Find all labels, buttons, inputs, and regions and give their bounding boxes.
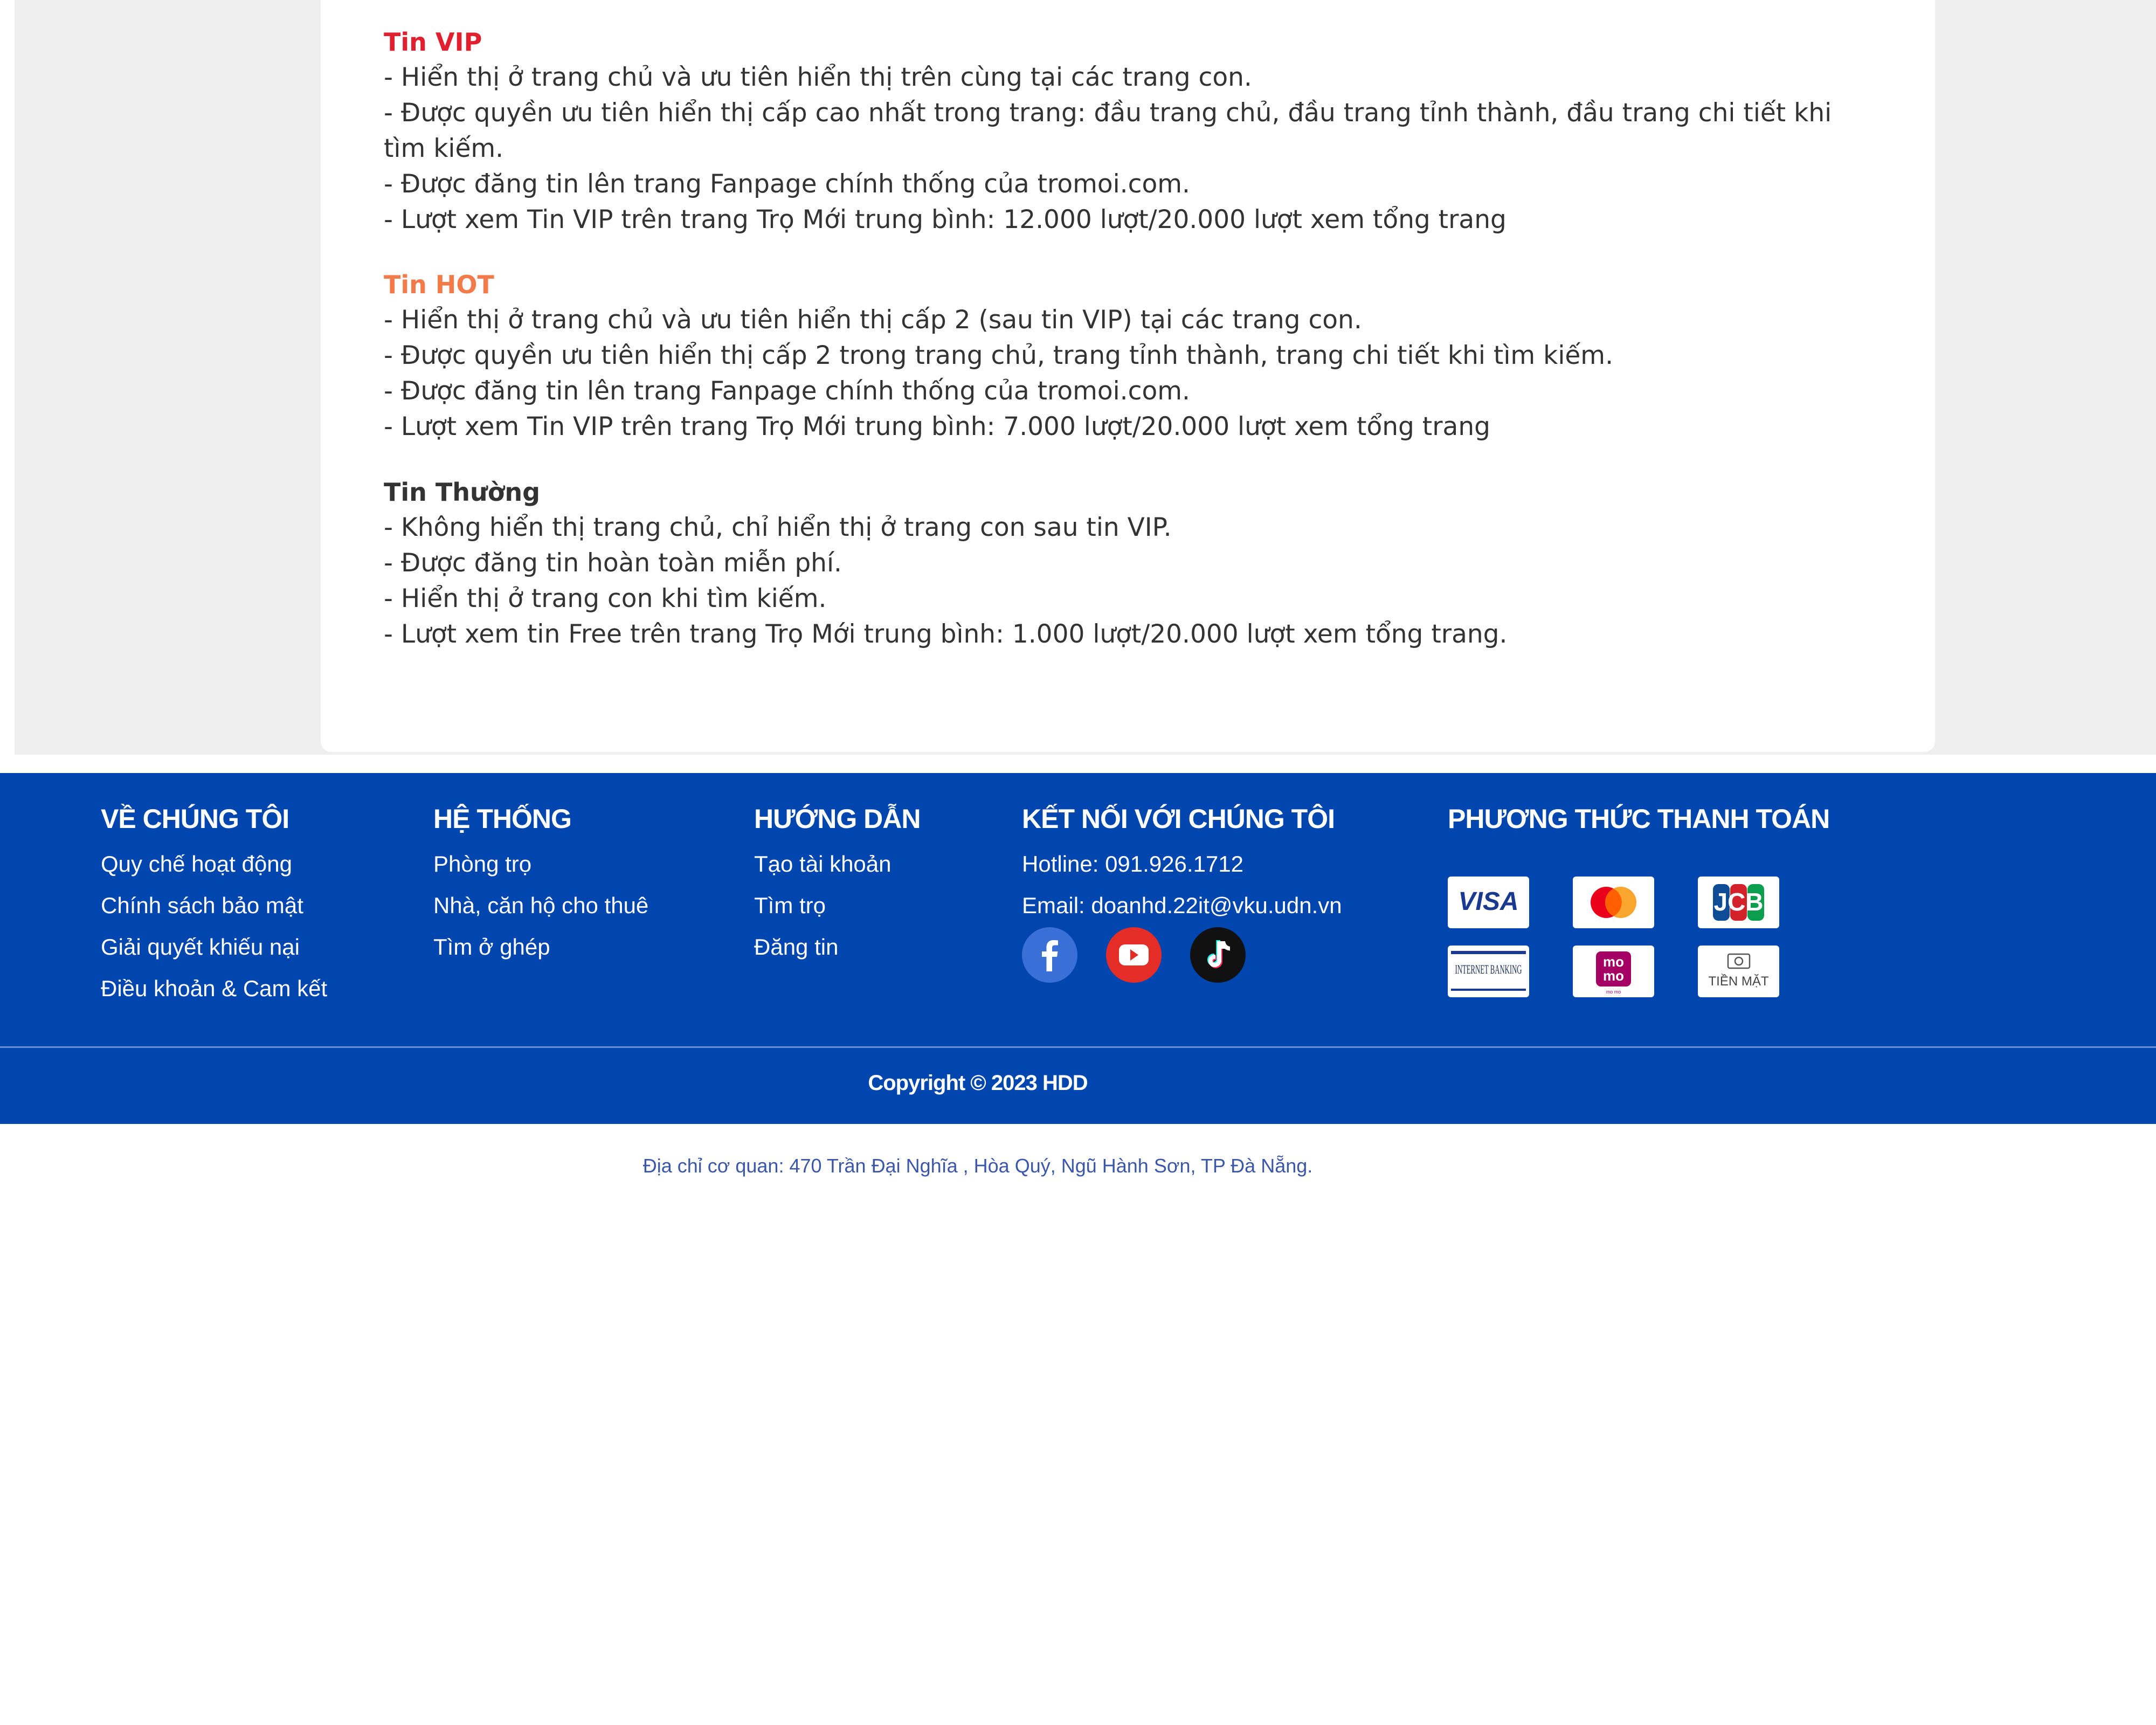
left-strip bbox=[0, 0, 15, 755]
facebook-icon[interactable] bbox=[1022, 927, 1077, 983]
footer-link-dieu-khoan[interactable]: Điều khoản & Cam kết bbox=[101, 968, 327, 1009]
internet-banking-icon: INTERNET BANKING bbox=[1448, 946, 1529, 997]
mastercard-icon bbox=[1573, 877, 1654, 928]
internet-banking-label: INTERNET BANKING bbox=[1455, 963, 1522, 976]
footer-heading: VỀ CHÚNG TÔI bbox=[101, 804, 289, 834]
section-tin-hot: Tin HOT - Hiển thị ở trang chủ và ưu tiê… bbox=[384, 267, 1877, 445]
section-line: - Lượt xem Tin VIP trên trang Trọ Mới tr… bbox=[384, 412, 1490, 441]
section-tin-vip: Tin VIP - Hiển thị ở trang chủ và ưu tiê… bbox=[384, 24, 1877, 238]
footer-link-tao-tai-khoan[interactable]: Tạo tài khoản bbox=[754, 843, 920, 885]
cash-label: TIỀN MẶT bbox=[1709, 974, 1769, 989]
section-line: - Hiển thị ở trang con khi tìm kiếm. bbox=[384, 584, 827, 613]
footer-divider bbox=[0, 1046, 2156, 1048]
section-line: - Được đăng tin lên trang Fanpage chính … bbox=[384, 376, 1190, 406]
cash-icon: TIỀN MẶT bbox=[1698, 946, 1779, 997]
email-text[interactable]: Email: doanhd.22it@vku.udn.vn bbox=[1022, 885, 1399, 926]
momo-icon: mo mo mo mo bbox=[1573, 946, 1654, 997]
footer-heading: PHƯƠNG THỨC THANH TOÁN bbox=[1448, 804, 1830, 834]
footer-heading: KẾT NỐI VỚI CHÚNG TÔI bbox=[1022, 804, 1335, 834]
section-line: - Hiển thị ở trang chủ và ưu tiên hiển t… bbox=[384, 63, 1252, 92]
footer-link-khieu-nai[interactable]: Giải quyết khiếu nại bbox=[101, 926, 327, 968]
hotline-text[interactable]: Hotline: 091.926.1712 bbox=[1022, 843, 1399, 885]
svg-text:mo: mo bbox=[1603, 968, 1624, 984]
jcb-icon: JCB bbox=[1698, 877, 1779, 928]
copyright-text: Copyright © 2023 HDD bbox=[868, 1071, 1088, 1095]
footer-contact: KẾT NỐI VỚI CHÚNG TÔI Hotline: 091.926.1… bbox=[1022, 799, 1399, 983]
footer-about: VỀ CHÚNG TÔI Quy chế hoạt động Chính sác… bbox=[101, 799, 327, 1009]
section-line: - Được đăng tin hoàn toàn miễn phí. bbox=[384, 548, 842, 578]
visa-icon: VISA bbox=[1448, 877, 1529, 928]
section-line: - Được quyền ưu tiên hiển thị cấp cao nh… bbox=[384, 98, 1832, 163]
footer-heading: HƯỚNG DẪN bbox=[754, 804, 921, 834]
footer-link-chinh-sach[interactable]: Chính sách bảo mật bbox=[101, 885, 327, 926]
footer-link-quy-che[interactable]: Quy chế hoạt động bbox=[101, 843, 327, 885]
section-title: Tin HOT bbox=[384, 270, 494, 299]
section-line: - Lượt xem Tin VIP trên trang Trọ Mới tr… bbox=[384, 205, 1507, 234]
section-tin-thuong: Tin Thường - Không hiển thị trang chủ, c… bbox=[384, 474, 1877, 652]
footer-system: HỆ THỐNG Phòng trọ Nhà, căn hộ cho thuê … bbox=[433, 799, 648, 968]
footer-link-tim-o-ghep[interactable]: Tìm ở ghép bbox=[433, 926, 648, 968]
section-line: - Không hiển thị trang chủ, chỉ hiển thị… bbox=[384, 513, 1172, 542]
visa-label: VISA bbox=[1458, 887, 1518, 916]
page-background: Tin VIP - Hiển thị ở trang chủ và ưu tiê… bbox=[0, 0, 2156, 755]
jcb-label: JCB bbox=[1713, 888, 1763, 916]
footer-guide: HƯỚNG DẪN Tạo tài khoản Tìm trọ Đăng tin bbox=[754, 799, 921, 968]
section-line: - Lượt xem tin Free trên trang Trọ Mới t… bbox=[384, 619, 1508, 649]
youtube-icon[interactable] bbox=[1106, 927, 1162, 983]
footer-link-phong-tro[interactable]: Phòng trọ bbox=[433, 843, 648, 885]
address-text: Địa chỉ cơ quan: 470 Trần Đại Nghĩa , Hò… bbox=[642, 1155, 1313, 1177]
footer-link-tim-tro[interactable]: Tìm trọ bbox=[754, 885, 920, 926]
footer-link-nha-can-ho[interactable]: Nhà, căn hộ cho thuê bbox=[433, 885, 648, 926]
footer-heading: HỆ THỐNG bbox=[433, 804, 572, 834]
section-line: - Được đăng tin lên trang Fanpage chính … bbox=[384, 169, 1190, 199]
momo-label: mo mo bbox=[1606, 989, 1621, 995]
site-footer: VỀ CHÚNG TÔI Quy chế hoạt động Chính sác… bbox=[0, 773, 2156, 1124]
footer-payment: PHƯƠNG THỨC THANH TOÁN VISA JCB INTERNET… bbox=[1448, 799, 1911, 997]
section-line: - Hiển thị ở trang chủ và ưu tiên hiển t… bbox=[384, 305, 1362, 335]
section-line: - Được quyền ưu tiên hiển thị cấp 2 tron… bbox=[384, 341, 1614, 370]
footer-link-dang-tin[interactable]: Đăng tin bbox=[754, 926, 920, 968]
section-title: Tin Thường bbox=[384, 478, 541, 507]
content-card: Tin VIP - Hiển thị ở trang chủ và ưu tiê… bbox=[321, 0, 1935, 752]
section-title: Tin VIP bbox=[384, 27, 482, 57]
tiktok-icon[interactable] bbox=[1190, 927, 1246, 983]
